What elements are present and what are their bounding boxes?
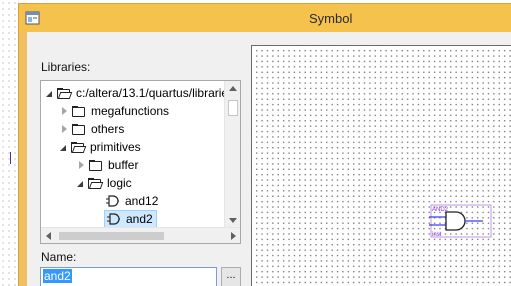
tree-item-and12[interactable]: and12: [106, 192, 162, 210]
collapsed-arrow-icon[interactable]: [79, 161, 84, 169]
tree-item-primitives[interactable]: primitives: [60, 138, 141, 156]
scroll-right-icon[interactable]: [231, 232, 236, 240]
name-input-value: and2: [43, 269, 72, 283]
schematic-background: [0, 0, 18, 286]
folder-icon: [72, 123, 86, 135]
folder-icon: [72, 105, 86, 117]
symbol-preview: AND2 inst: [251, 45, 511, 286]
and-gate-icon: [107, 213, 120, 225]
folder-open-icon: [88, 177, 104, 189]
folder-icon: [89, 159, 103, 171]
scroll-down-icon[interactable]: [229, 218, 237, 223]
collapsed-arrow-icon[interactable]: [62, 107, 67, 115]
symbol-dialog: Symbol Libraries: c:/altera/13.1/quartus…: [18, 3, 511, 286]
tree-item-megafunctions[interactable]: megafunctions: [61, 102, 169, 120]
horizontal-scrollbar[interactable]: [41, 227, 240, 243]
symbol-name-text: AND2: [432, 207, 449, 213]
browse-button[interactable]: ...: [221, 267, 241, 286]
name-input[interactable]: and2: [40, 267, 217, 286]
expanded-arrow-icon[interactable]: [46, 91, 52, 97]
tree-item-others[interactable]: others: [61, 120, 124, 138]
folder-open-icon: [57, 87, 73, 99]
vertical-scrollbar[interactable]: [224, 81, 240, 228]
scroll-left-icon[interactable]: [46, 232, 51, 240]
tree-item-label: primitives: [90, 140, 141, 154]
tree-item-root[interactable]: c:/altera/13.1/quartus/librarie: [46, 84, 228, 102]
libraries-label: Libraries:: [41, 60, 91, 74]
scroll-thumb[interactable]: [59, 232, 164, 240]
scroll-thumb[interactable]: [228, 100, 238, 116]
tree-item-label: c:/altera/13.1/quartus/librarie: [76, 86, 229, 100]
app-icon: [25, 11, 40, 25]
scroll-up-icon[interactable]: [229, 86, 237, 91]
name-label: Name:: [41, 250, 77, 264]
tree-item-label: buffer: [108, 158, 139, 172]
title-bar[interactable]: Symbol: [19, 4, 511, 32]
library-tree[interactable]: c:/altera/13.1/quartus/librarie megafunc…: [40, 80, 241, 244]
and2-gate-symbol: AND2 inst: [429, 204, 492, 238]
collapsed-arrow-icon[interactable]: [62, 125, 67, 133]
tree-item-label: logic: [107, 176, 132, 190]
folder-open-icon: [71, 141, 87, 153]
tree-item-label: megafunctions: [91, 104, 170, 118]
window-title: Symbol: [309, 11, 353, 26]
instance-name-text: inst: [432, 232, 442, 238]
dialog-body: Libraries: c:/altera/13.1/quartus/librar…: [27, 32, 511, 286]
tree-item-label: others: [91, 122, 125, 136]
and-gate-icon: [106, 195, 119, 207]
tree-item-label: and12: [125, 194, 159, 208]
expanded-arrow-icon[interactable]: [60, 145, 66, 151]
tree-item-buffer[interactable]: buffer: [78, 156, 138, 174]
expanded-arrow-icon[interactable]: [77, 181, 83, 187]
tree-item-label: and2: [126, 212, 153, 226]
tree-item-logic[interactable]: logic: [77, 174, 132, 192]
tree-item-and2[interactable]: and2: [104, 210, 157, 228]
